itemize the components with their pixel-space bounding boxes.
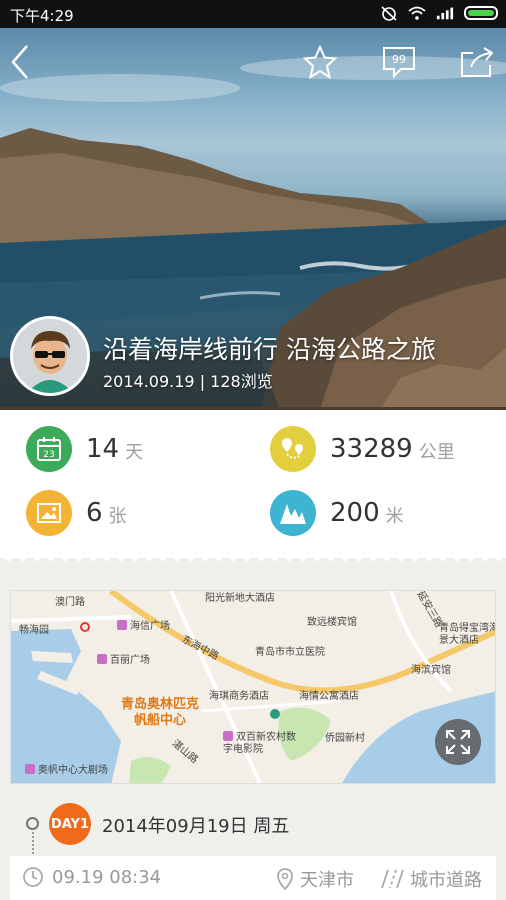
clock-icon	[23, 867, 43, 887]
location-pin-icon	[277, 868, 293, 891]
road-icon	[381, 869, 404, 889]
comment-icon: 99	[383, 47, 415, 79]
route-map[interactable]: 阳光新地大酒店 致远楼宾馆 青岛得宝湾海景大酒店 澳门路 畅海园 海信广场 东海…	[10, 590, 496, 784]
back-button[interactable]	[0, 42, 40, 82]
entry-city: 天津市	[276, 866, 354, 892]
status-time: 下午4:29	[10, 7, 74, 25]
zigzag-divider	[0, 548, 506, 562]
calendar-icon: 23	[26, 426, 72, 472]
star-icon	[303, 45, 337, 79]
map-label: 青岛得宝湾海景大酒店	[439, 623, 496, 646]
timeline-line	[32, 832, 34, 854]
entry-road: 城市道路	[380, 866, 482, 892]
stat-days: 23 14 天	[26, 426, 143, 472]
favorite-button[interactable]	[300, 42, 340, 82]
map-label: 侨园新村	[325, 733, 365, 744]
battery-icon	[464, 6, 498, 20]
trip-title: 沿着海岸线前行 沿海公路之旅	[103, 335, 436, 364]
day-header: DAY1 2014年09月19日 周五	[0, 800, 506, 848]
map-label: 澳门路	[55, 597, 85, 608]
map-highlight-label: 青岛奥林匹克帆船中心	[120, 697, 199, 728]
entry-road-text: 城市道路	[410, 870, 482, 891]
avatar-image	[13, 319, 87, 393]
map-label: 海情公寓酒店	[299, 691, 359, 702]
distance-unit: 公里	[418, 442, 455, 463]
map-label: 畅海园	[19, 625, 49, 636]
route-pin-icon	[270, 426, 316, 472]
timeline-dot	[26, 817, 39, 830]
altitude-unit: 米	[385, 506, 404, 527]
share-button[interactable]	[457, 42, 497, 82]
author-avatar[interactable]	[10, 316, 90, 396]
timeline-entry[interactable]: 09.19 08:34 天津市 城市道路	[10, 856, 496, 900]
alarm-off-icon	[381, 6, 397, 21]
photos-unit: 张	[108, 506, 127, 527]
photo-icon	[26, 490, 72, 536]
day-date: 2014年09月19日 周五	[102, 816, 290, 837]
map-expand-button[interactable]	[435, 719, 481, 765]
stat-altitude: 200 米	[270, 490, 404, 536]
map-label: 青岛市市立医院	[255, 647, 325, 658]
map-label: 海滨宾馆	[411, 665, 451, 676]
entry-time: 09.19 08:34	[22, 866, 161, 888]
days-unit: 天	[125, 442, 144, 463]
back-arrow-icon	[11, 45, 28, 79]
map-label: 致远楼宾馆	[307, 617, 357, 628]
photos-value: 6	[86, 498, 103, 528]
status-bar: 下午4:29	[0, 0, 506, 28]
map-label: 海琪商务酒店	[209, 691, 269, 702]
trip-meta: 2014.09.19 | 128浏览	[103, 372, 273, 391]
stat-distance: 33289 公里	[270, 426, 455, 472]
trip-cover: 99 沿着海岸线前行 沿海公路之旅 2014.09.19 | 128浏览	[0, 28, 506, 410]
mountain-icon	[270, 490, 316, 536]
stat-photos: 6 张	[26, 490, 127, 536]
map-label: 百丽广场	[97, 651, 150, 666]
signal-icon	[436, 7, 454, 20]
trip-stats: 23 14 天 33289 公里 6 张 200 米	[0, 410, 506, 558]
map-label: 双百新农村数字电影院	[223, 731, 296, 755]
share-icon	[461, 47, 494, 77]
distance-value: 33289	[330, 434, 413, 464]
entry-time-text: 09.19 08:34	[52, 866, 162, 888]
wifi-icon	[408, 6, 426, 20]
svg-text:23: 23	[43, 450, 54, 460]
days-value: 14	[86, 434, 120, 464]
svg-text:99: 99	[392, 53, 406, 66]
comment-button[interactable]: 99	[379, 42, 419, 82]
expand-icon	[446, 730, 470, 754]
map-label: 阳光新地大酒店	[205, 593, 275, 604]
entry-city-text: 天津市	[300, 870, 354, 891]
altitude-value: 200	[330, 498, 380, 528]
map-label: 海信广场	[117, 617, 170, 632]
day-badge: DAY1	[49, 803, 91, 845]
map-label: 奥帆中心大剧场	[25, 761, 108, 776]
